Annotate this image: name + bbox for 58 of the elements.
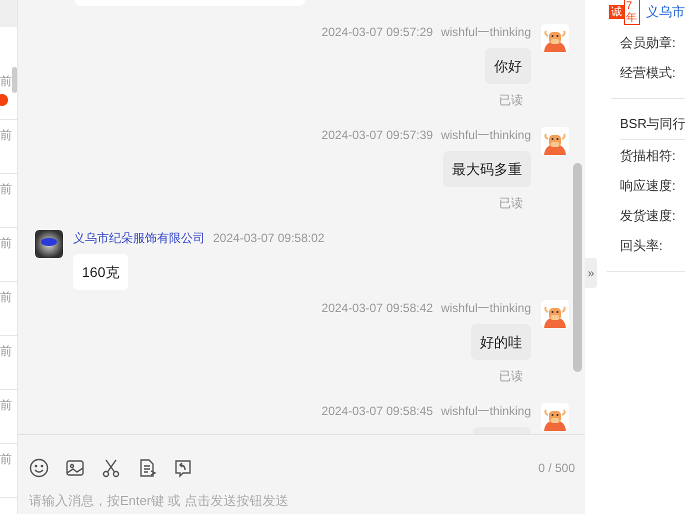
timestamp: 2024-03-07 09:57:39 <box>322 127 433 143</box>
character-counter: 0 / 500 <box>538 460 575 477</box>
shop-logo-icon <box>35 230 63 258</box>
sender-name: wishful一thinking <box>440 24 531 40</box>
scrollbar-thumb[interactable] <box>573 163 582 372</box>
message-bubble: 160克 <box>73 254 128 290</box>
shop-name-link[interactable]: 义乌市 <box>646 2 685 22</box>
field-label: 会员勋章: <box>619 35 677 51</box>
rating-label: 回头率: <box>619 238 664 254</box>
scissors-icon[interactable] <box>101 458 121 478</box>
section-label: BSR与同行 <box>619 116 685 132</box>
read-status: 已读 <box>499 195 523 211</box>
years-badge: 7年 <box>624 0 640 24</box>
timestamp: 2024-03-07 09:57:29 <box>322 24 433 40</box>
bull-avatar-icon <box>541 24 569 52</box>
rating-label: 响应速度: <box>619 178 677 194</box>
message-bubble: 你好 <box>485 48 531 84</box>
conversation-item[interactable]: 前 <box>0 66 11 119</box>
bull-avatar-icon <box>541 127 569 155</box>
read-status: 已读 <box>499 368 523 384</box>
emoji-icon[interactable] <box>29 458 49 478</box>
bull-avatar-icon <box>541 300 569 328</box>
sender-name: wishful一thinking <box>440 403 531 419</box>
conversation-item[interactable]: 前 <box>0 444 11 497</box>
scrollbar-thumb[interactable] <box>12 67 17 93</box>
time-label: 前 <box>0 452 12 466</box>
conversation-item[interactable]: 前 <box>0 228 11 281</box>
conversation-item[interactable]: 前 <box>0 390 11 443</box>
time-label: 前 <box>0 236 12 250</box>
message-bubble: 好的哇 <box>471 324 531 360</box>
conversation-item[interactable]: 前 <box>0 336 11 389</box>
time-label: 前 <box>0 398 12 412</box>
time-label: 前 <box>0 290 12 304</box>
timestamp: 2024-03-07 09:58:02 <box>213 230 324 246</box>
conversation-item[interactable]: 前 <box>0 174 11 227</box>
search-field[interactable] <box>0 0 17 27</box>
sender-name: wishful一thinking <box>440 300 531 316</box>
integrity-badge: 诚 <box>609 4 624 18</box>
time-label: 前 <box>0 182 12 196</box>
time-label: 前 <box>0 74 12 88</box>
field-label: 经营模式: <box>619 65 677 81</box>
image-icon[interactable] <box>65 458 85 478</box>
rating-label: 发货速度: <box>619 208 677 224</box>
message-input[interactable]: 请输入消息，按Enter键 或 点击发送按钮发送 <box>18 486 585 514</box>
bull-avatar-icon <box>541 403 569 431</box>
conversation-item[interactable]: 前 <box>0 120 11 173</box>
timestamp: 2024-03-07 09:58:45 <box>322 403 433 419</box>
conversation-item[interactable]: 前 <box>0 282 11 335</box>
time-label: 前 <box>0 128 12 142</box>
timestamp: 2024-03-07 09:58:42 <box>322 300 433 316</box>
chat-return-icon[interactable] <box>173 458 193 478</box>
rating-label: 货描相符: <box>619 148 677 164</box>
sender-name: 义乌市纪朵服饰有限公司 <box>73 230 205 246</box>
expand-icon[interactable]: » <box>585 258 597 288</box>
time-label: 前 <box>0 344 12 358</box>
read-status: 已读 <box>499 92 523 108</box>
message-bubble: 最大码多重 <box>443 151 531 187</box>
sender-name: wishful一thinking <box>440 127 531 143</box>
